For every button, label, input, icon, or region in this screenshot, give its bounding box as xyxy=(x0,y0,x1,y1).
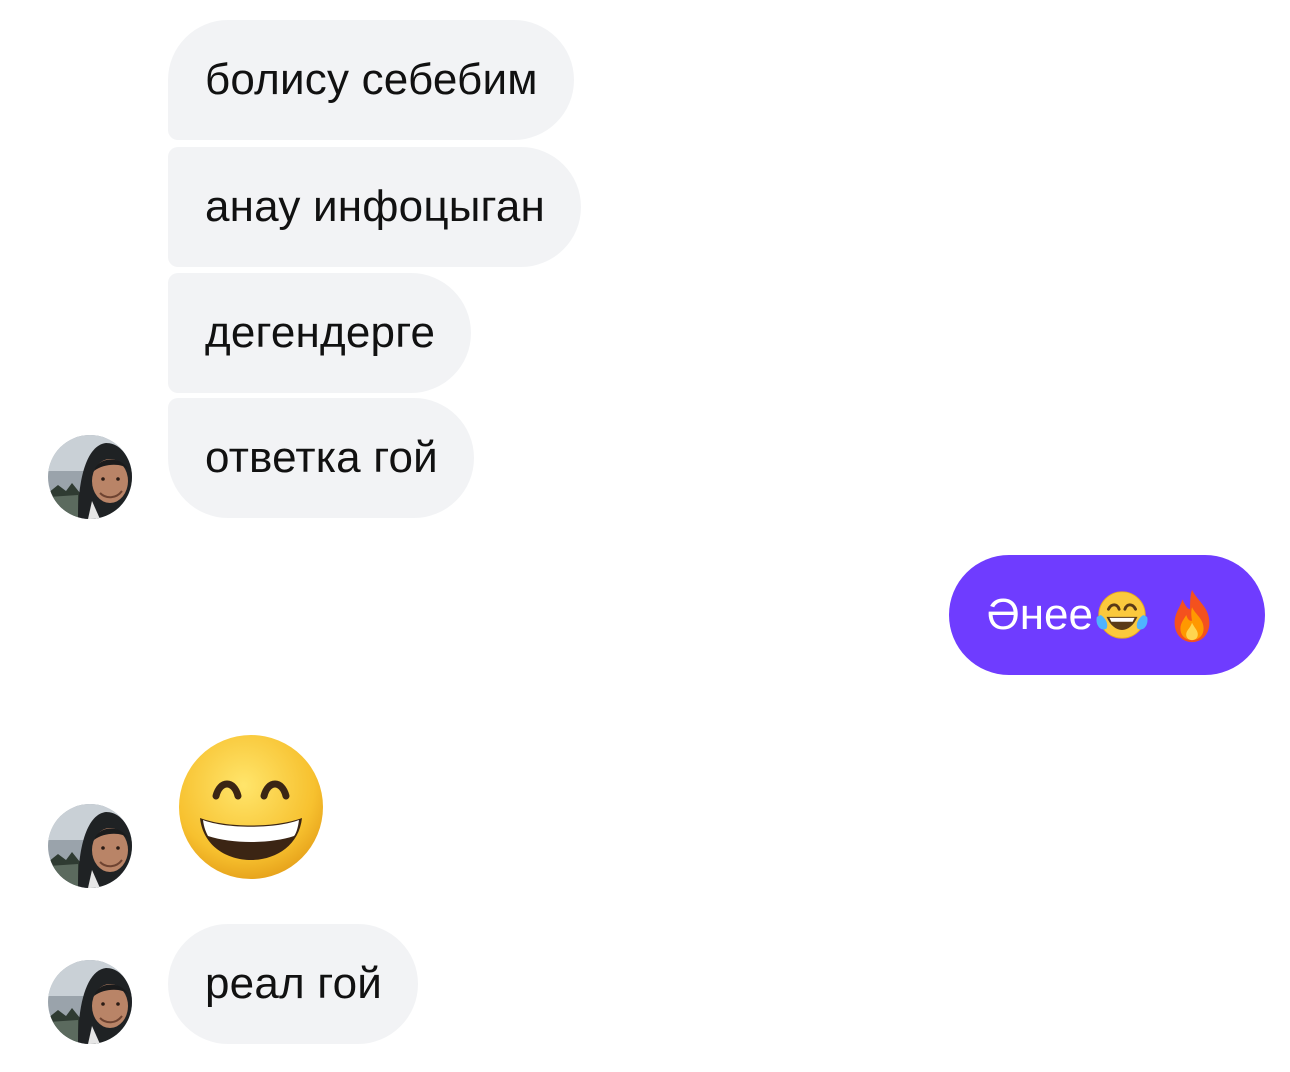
message-text: реал гой xyxy=(205,959,383,1008)
message-text: Әнее xyxy=(986,590,1093,639)
user-photo-icon xyxy=(48,960,132,1044)
incoming-message[interactable]: болису себебим xyxy=(168,20,574,140)
incoming-message[interactable]: дегендерге xyxy=(168,273,472,393)
fire-icon xyxy=(1174,589,1210,643)
face-with-tears-of-joy-icon xyxy=(1096,591,1148,639)
incoming-message[interactable]: ответка гой xyxy=(168,398,474,518)
outgoing-message[interactable]: Әнее xyxy=(948,555,1265,675)
message-text: ответка гой xyxy=(205,433,438,482)
sender-avatar[interactable] xyxy=(48,804,132,888)
message-text: болису себебим xyxy=(205,55,538,104)
message-text: дегендерге xyxy=(205,308,436,357)
sender-avatar[interactable] xyxy=(48,960,132,1044)
incoming-message[interactable]: анау инфоцыган xyxy=(168,147,581,267)
message-text: анау инфоцыган xyxy=(205,182,545,231)
grinning-face-with-smiling-eyes-icon[interactable] xyxy=(176,732,326,882)
user-photo-icon xyxy=(48,804,132,888)
sender-avatar[interactable] xyxy=(48,435,132,519)
incoming-message[interactable]: реал гой xyxy=(168,924,419,1044)
user-photo-icon xyxy=(48,435,132,519)
